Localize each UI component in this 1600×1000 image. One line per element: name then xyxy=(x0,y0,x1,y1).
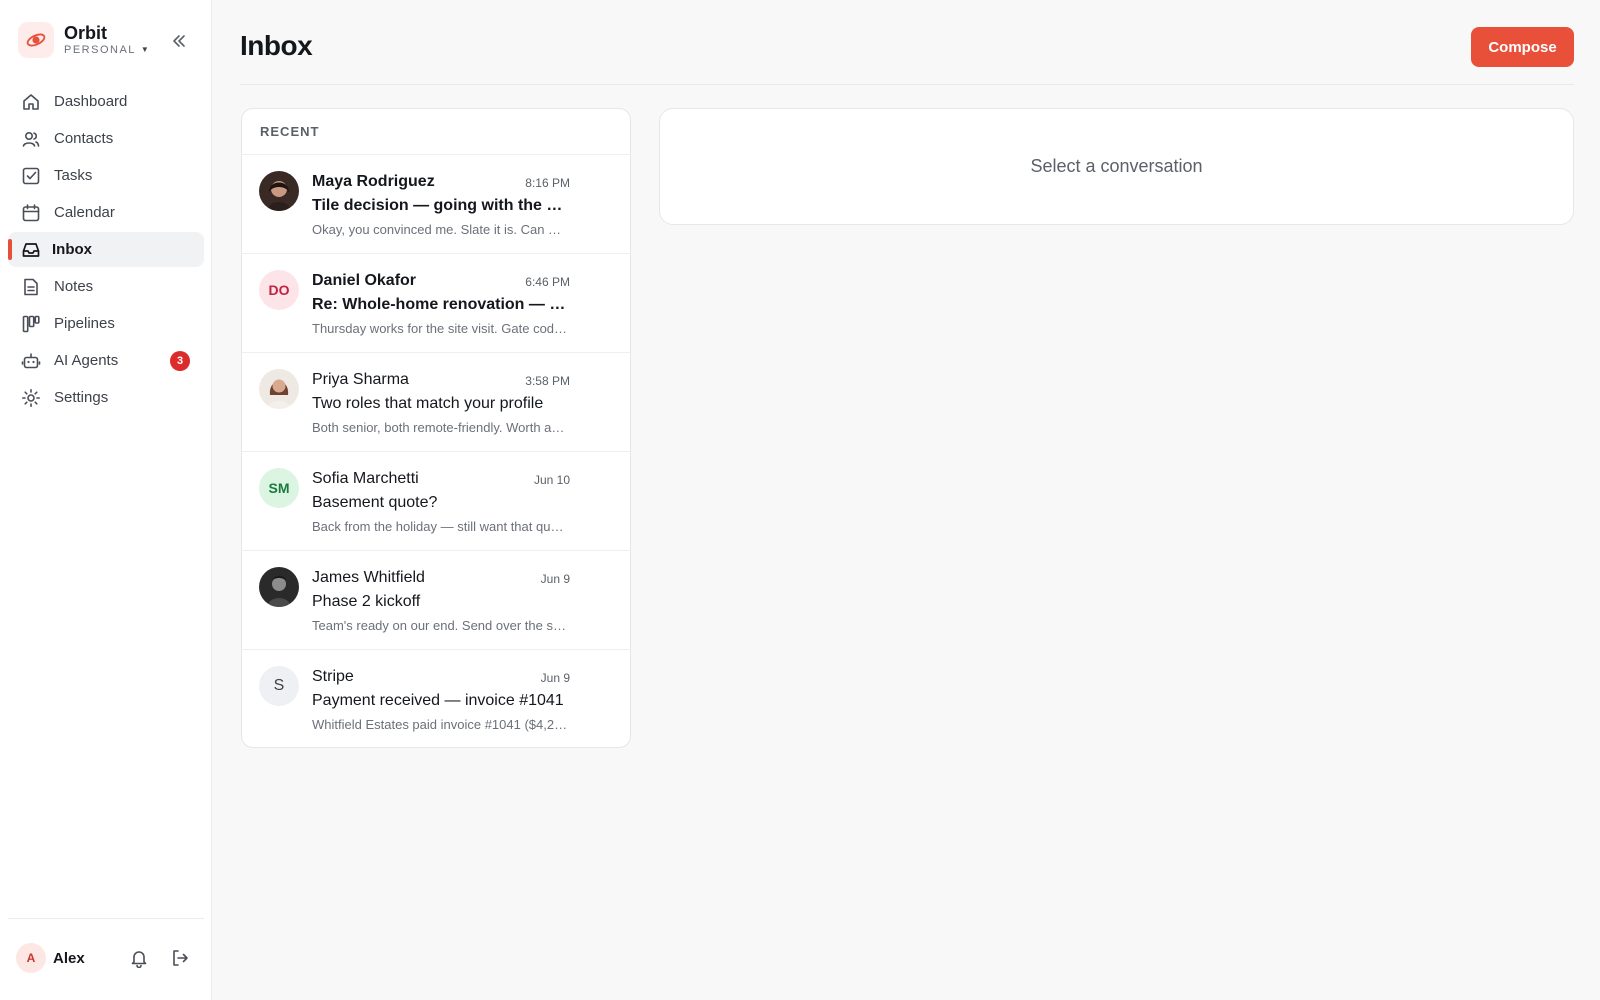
sidebar-item-settings[interactable]: Settings xyxy=(8,380,204,415)
sidebar-item-inbox[interactable]: Inbox xyxy=(8,232,204,267)
conversation-item[interactable]: James Whitfield Jun 9 Phase 2 kickoff Te… xyxy=(242,551,630,650)
sidebar-item-label: Calendar xyxy=(54,204,115,221)
subject: Basement quote? xyxy=(312,494,438,511)
subject: Two roles that match your profile xyxy=(312,395,544,412)
avatar: S xyxy=(259,666,299,706)
timestamp: 8:16 PM xyxy=(525,176,570,190)
sidebar-item-label: Settings xyxy=(54,389,109,406)
sidebar-item-pipelines[interactable]: Pipelines xyxy=(8,306,204,341)
subject: Re: Whole-home renovation — kitchen and … xyxy=(312,296,568,313)
sidebar-footer: A Alex xyxy=(8,918,204,1000)
workspace-switcher[interactable]: PERSONAL ▼ xyxy=(64,43,150,57)
preview: Okay, you convinced me. Slate it is. Can… xyxy=(312,222,568,237)
avatar: DO xyxy=(259,270,299,310)
sidebar-item-label: Pipelines xyxy=(54,315,115,332)
notifications-button[interactable] xyxy=(127,946,151,970)
timestamp: 6:46 PM xyxy=(525,275,570,289)
brand[interactable]: Orbit PERSONAL ▼ xyxy=(18,22,150,58)
checkbox-icon xyxy=(20,165,42,187)
sender-name: Maya Rodriguez xyxy=(312,173,435,190)
sidebar-item-tasks[interactable]: Tasks xyxy=(8,158,204,193)
header-divider xyxy=(240,84,1574,85)
sidebar-item-dashboard[interactable]: Dashboard xyxy=(8,84,204,119)
subject: Phase 2 kickoff xyxy=(312,593,421,610)
workspace-label: PERSONAL xyxy=(64,44,136,56)
sidebar-item-label: Contacts xyxy=(54,130,114,147)
sidebar-item-ai-agents[interactable]: AI Agents 3 xyxy=(8,343,204,378)
avatar xyxy=(259,369,299,409)
conversation-list: RECENT Maya Rodriguez 8:16 PM Tile decis… xyxy=(241,108,631,748)
sidebar-item-label: Inbox xyxy=(52,241,92,258)
sidebar-item-notes[interactable]: Notes xyxy=(8,269,204,304)
compose-button[interactable]: Compose xyxy=(1471,27,1574,67)
brand-name: Orbit xyxy=(64,23,107,43)
timestamp: Jun 9 xyxy=(540,572,570,586)
conversation-item[interactable]: DO Daniel Okafor 6:46 PM Re: Whole-home … xyxy=(242,254,630,353)
gear-icon xyxy=(20,387,42,409)
preview: Team's ready on our end. Send over the s… xyxy=(312,618,568,633)
orbit-logo-icon xyxy=(18,22,54,58)
timestamp: 3:58 PM xyxy=(525,374,570,388)
sender-name: Sofia Marchetti xyxy=(312,470,419,487)
chevrons-left-icon xyxy=(173,35,185,47)
conversation-item[interactable]: S Stripe Jun 9 Payment received — invoic… xyxy=(242,650,630,747)
sender-name: Daniel Okafor xyxy=(312,272,417,289)
sender-name: James Whitfield xyxy=(312,569,425,586)
sidebar-item-label: Notes xyxy=(54,278,94,295)
home-icon xyxy=(20,91,42,113)
timestamp: Jun 9 xyxy=(540,671,570,685)
avatar xyxy=(259,567,299,607)
conversation-item[interactable]: SM Sofia Marchetti Jun 10 Basement quote… xyxy=(242,452,630,551)
sender-name: Priya Sharma xyxy=(312,371,409,388)
sidebar-item-label: Tasks xyxy=(54,167,93,184)
preview: Back from the holiday — still want that … xyxy=(312,519,568,534)
logout-icon xyxy=(173,950,188,966)
avatar: SM xyxy=(259,468,299,508)
sender-name: Stripe xyxy=(312,668,354,685)
sidebar-item-contacts[interactable]: Contacts xyxy=(8,121,204,156)
avatar[interactable]: A xyxy=(16,943,46,973)
robot-icon xyxy=(20,350,42,372)
empty-state-text: Select a conversation xyxy=(1030,156,1203,176)
kanban-icon xyxy=(20,313,42,335)
sidebar-item-label: AI Agents xyxy=(54,352,119,369)
sidebar-nav: Dashboard Contacts Tasks Calendar Inbox xyxy=(8,84,204,417)
logout-button[interactable] xyxy=(168,946,192,970)
inbox-icon xyxy=(20,239,42,261)
bell-icon xyxy=(131,951,147,968)
calendar-icon xyxy=(20,202,42,224)
list-header: RECENT xyxy=(242,109,630,155)
subject: Tile decision — going with the slate xyxy=(312,197,568,214)
sidebar-item-calendar[interactable]: Calendar xyxy=(8,195,204,230)
conversation-detail: Select a conversation xyxy=(659,108,1574,225)
preview: Both senior, both remote-friendly. Worth… xyxy=(312,420,568,435)
notification-badge: 3 xyxy=(170,351,190,371)
caret-down-icon: ▼ xyxy=(140,45,151,54)
collapse-sidebar-button[interactable] xyxy=(168,30,190,52)
preview: Whitfield Estates paid invoice #1041 ($4… xyxy=(312,717,568,732)
sidebar-item-label: Dashboard xyxy=(54,93,128,110)
timestamp: Jun 10 xyxy=(533,473,570,487)
avatar xyxy=(259,171,299,211)
sidebar: Orbit PERSONAL ▼ Dashboard Contacts Task… xyxy=(0,0,212,1000)
page-title: Inbox xyxy=(240,30,313,61)
note-icon xyxy=(20,276,42,298)
conversation-item[interactable]: Maya Rodriguez 8:16 PM Tile decision — g… xyxy=(242,155,630,254)
user-name: Alex xyxy=(53,950,85,967)
subject: Payment received — invoice #1041 xyxy=(312,692,564,709)
users-icon xyxy=(20,128,42,150)
conversation-item[interactable]: Priya Sharma 3:58 PM Two roles that matc… xyxy=(242,353,630,452)
preview: Thursday works for the site visit. Gate … xyxy=(312,321,568,336)
